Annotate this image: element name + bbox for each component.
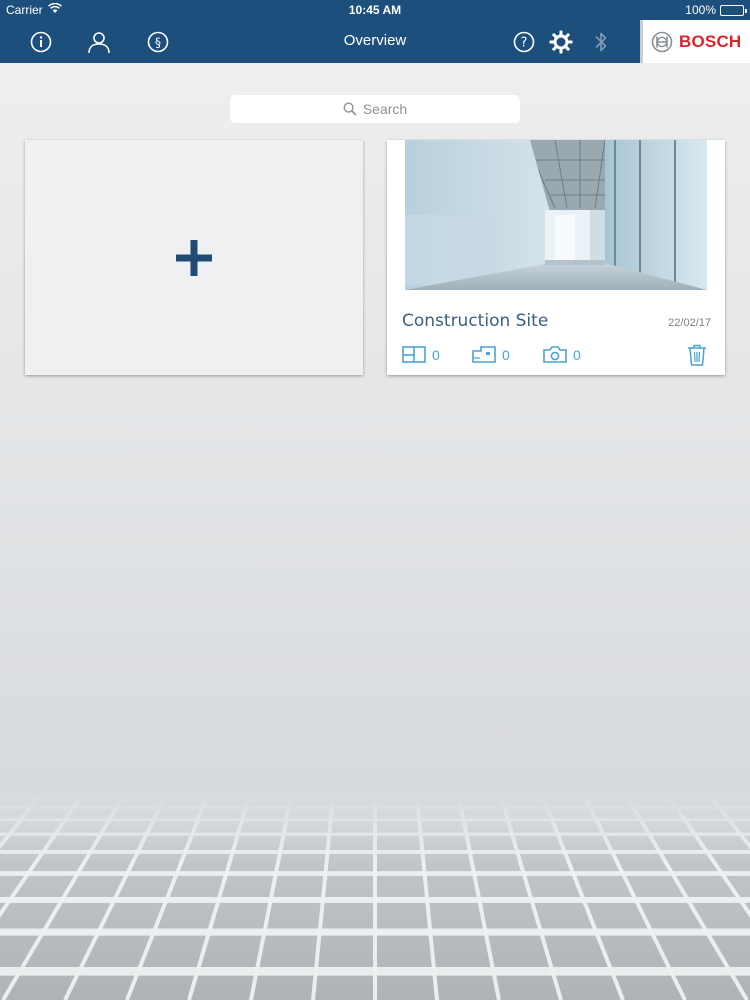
photo-count-value: 0	[573, 346, 581, 363]
room-plan-count-value: 0	[502, 346, 510, 363]
bluetooth-icon[interactable]	[588, 29, 614, 55]
floorplan-count-value: 0	[432, 346, 440, 363]
room-plan-count[interactable]: 0	[472, 346, 510, 363]
navigation-bar: § Overview ? BOSCH	[0, 20, 750, 63]
clock: 10:45 AM	[348, 3, 402, 17]
project-title: Construction Site	[402, 311, 549, 331]
search-icon	[343, 102, 357, 116]
project-date: 22/02/17	[668, 317, 711, 329]
new-project-card[interactable]	[25, 140, 363, 375]
camera-icon	[543, 346, 567, 363]
user-icon[interactable]	[86, 29, 112, 55]
page-title: Overview	[343, 32, 407, 49]
paragraph-icon[interactable]: §	[145, 29, 171, 55]
gear-icon[interactable]	[548, 29, 574, 55]
project-thumbnail	[405, 140, 707, 290]
bosch-armature-icon	[651, 31, 673, 52]
search-input[interactable]: Search	[230, 95, 520, 123]
svg-text:§: §	[155, 36, 161, 50]
floorplan-count[interactable]: 0	[402, 346, 440, 363]
battery-icon	[720, 5, 747, 16]
plus-icon	[176, 239, 212, 276]
info-icon[interactable]	[28, 29, 54, 55]
help-icon[interactable]: ?	[511, 29, 537, 55]
brand-name: BOSCH	[679, 31, 742, 51]
photo-count[interactable]: 0	[543, 346, 581, 363]
project-card[interactable]: Construction Site 22/02/17 0 0 0	[387, 140, 725, 375]
floor-grid-background	[0, 790, 750, 1000]
delete-project-button[interactable]	[687, 344, 707, 371]
trash-icon	[688, 344, 706, 366]
bosch-logo: BOSCH	[640, 20, 750, 63]
svg-text:?: ?	[521, 36, 528, 51]
status-bar: Carrier 10:45 AM 100%	[0, 0, 750, 20]
battery-percentage: 100%	[685, 3, 716, 17]
floorplan-icon	[402, 346, 426, 363]
room-plan-icon	[472, 346, 496, 363]
search-placeholder: Search	[362, 101, 408, 117]
